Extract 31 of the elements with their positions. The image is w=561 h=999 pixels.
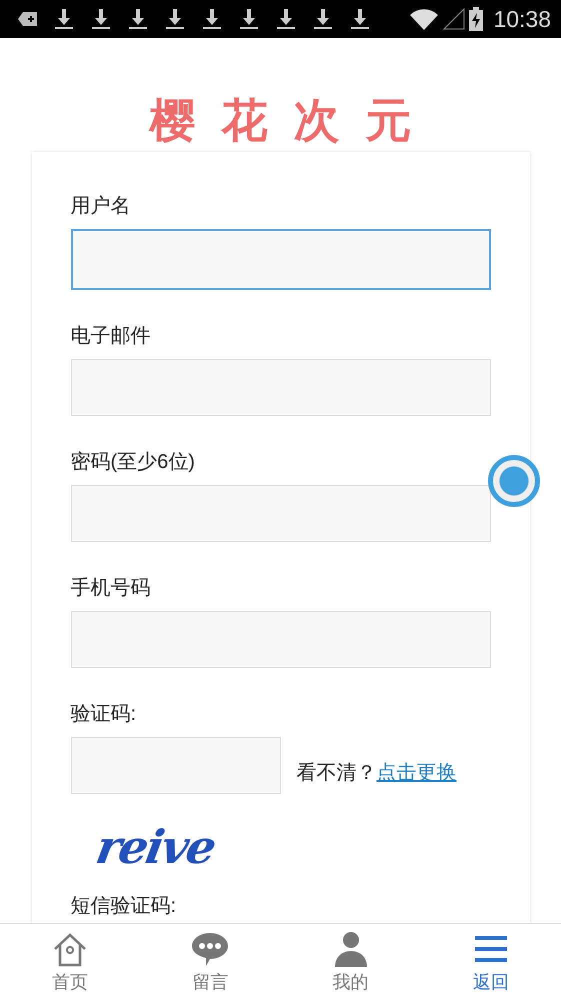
field-label: 验证码: — [70, 702, 138, 727]
notification-icon — [18, 11, 38, 27]
clock-time: 10:38 — [493, 6, 551, 32]
field-label: 用户名 — [70, 194, 132, 219]
download-icon — [238, 8, 260, 30]
nav-tab[interactable]: 首页 — [0, 924, 140, 999]
download-icon — [53, 8, 75, 30]
field-label: 短信验证码: — [70, 894, 178, 919]
download-icon — [127, 8, 149, 30]
download-icon — [349, 8, 371, 30]
battery-icon — [469, 7, 484, 31]
captcha-hint: 看不清？ — [296, 759, 376, 786]
nav-tab[interactable]: 留言 — [140, 924, 280, 999]
download-icon — [164, 8, 186, 30]
wifi-icon — [409, 8, 440, 30]
field-label: 密码(至少6位) — [70, 450, 196, 475]
captcha-field[interactable] — [70, 737, 280, 794]
nav-tab[interactable]: 返回 — [420, 924, 561, 999]
nav-tab[interactable]: 我的 — [280, 924, 421, 999]
download-icon — [201, 8, 223, 30]
field-label: 手机号码 — [70, 576, 152, 601]
refresh-captcha-link[interactable]: 点击更换 — [376, 759, 456, 786]
captcha-image[interactable]: reive — [92, 820, 218, 874]
download-icon — [90, 8, 112, 30]
floating-assist-button[interactable] — [488, 455, 540, 507]
download-icon — [275, 8, 297, 30]
field-label: 电子邮件 — [70, 324, 152, 349]
site-logo: 樱花次元 — [150, 92, 438, 149]
download-icon — [312, 8, 334, 30]
signal-icon — [443, 8, 466, 30]
input-field[interactable] — [70, 229, 490, 290]
